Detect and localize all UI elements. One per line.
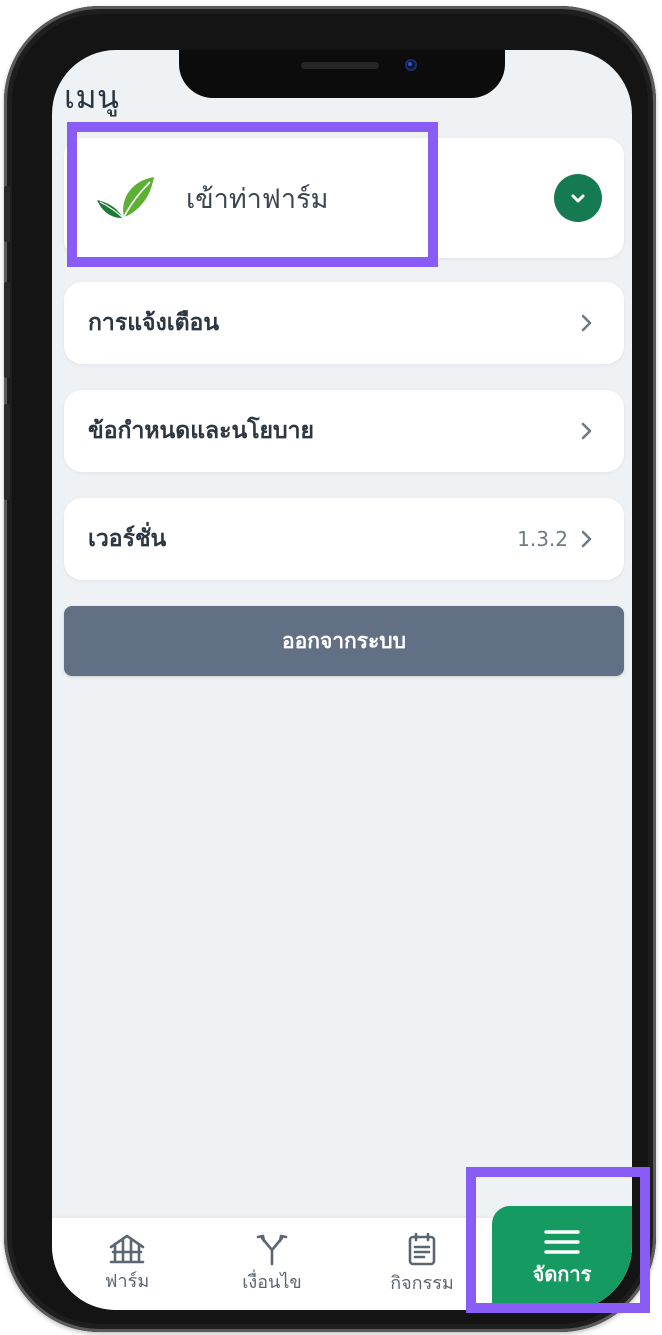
logout-button[interactable]: ออกจากระบบ	[64, 606, 624, 676]
menu-item-label: ข้อกำหนดและนโยบาย	[88, 418, 315, 444]
menu-item-label: เวอร์ชั่น	[88, 526, 167, 552]
page-title: เมนู	[64, 78, 120, 116]
farm-selector[interactable]: เข้าท่าฟาร์ม	[64, 138, 624, 258]
menu-item-version[interactable]: เวอร์ชั่น 1.3.2	[64, 498, 624, 580]
farm-dropdown-toggle[interactable]	[554, 174, 602, 222]
farm-name: เข้าท่าฟาร์ม	[186, 183, 329, 215]
phone-side-button	[4, 404, 10, 500]
tab-label: ฟาร์ม	[104, 1271, 150, 1292]
menu-item-notifications[interactable]: การแจ้งเตือน	[64, 282, 624, 364]
phone-notch	[179, 50, 505, 98]
menu-item-label: การแจ้งเตือน	[88, 310, 220, 336]
tab-label: กิจกรรม	[390, 1273, 454, 1294]
earpiece-speaker	[301, 62, 379, 69]
tab-farm[interactable]: ฟาร์ม	[62, 1218, 192, 1310]
chevron-right-icon	[581, 314, 592, 332]
front-camera	[405, 59, 417, 71]
branch-arrows-icon	[256, 1234, 288, 1266]
hamburger-menu-icon	[544, 1229, 580, 1254]
tab-label: จัดการ	[532, 1261, 592, 1286]
tab-conditions[interactable]: เงื่อนไข	[202, 1218, 342, 1310]
menu-item-terms-policy[interactable]: ข้อกำหนดและนโยบาย	[64, 390, 624, 472]
farm-house-icon	[109, 1234, 145, 1264]
app-screen: เมนู เข้าท่าฟาร์ม การแจ้งเตือน ข้อกำหนดแ…	[52, 50, 632, 1310]
phone-side-button	[4, 282, 10, 378]
chevron-right-icon	[581, 422, 592, 440]
calendar-list-icon	[408, 1232, 436, 1266]
tab-label: เงื่อนไข	[242, 1272, 302, 1293]
chevron-down-icon	[571, 194, 585, 203]
tab-activities[interactable]: กิจกรรม	[352, 1218, 492, 1310]
phone-frame: เมนู เข้าท่าฟาร์ม การแจ้งเตือน ข้อกำหนดแ…	[4, 6, 656, 1332]
leaf-icon	[97, 177, 154, 219]
bottom-tab-bar: ฟาร์ม เงื่อนไข กิจกรรม จัดการ	[52, 1206, 632, 1310]
version-number: 1.3.2	[517, 527, 568, 551]
tab-manage[interactable]: จัดการ	[492, 1206, 632, 1310]
chevron-right-icon	[581, 530, 592, 548]
phone-side-button	[4, 186, 10, 242]
